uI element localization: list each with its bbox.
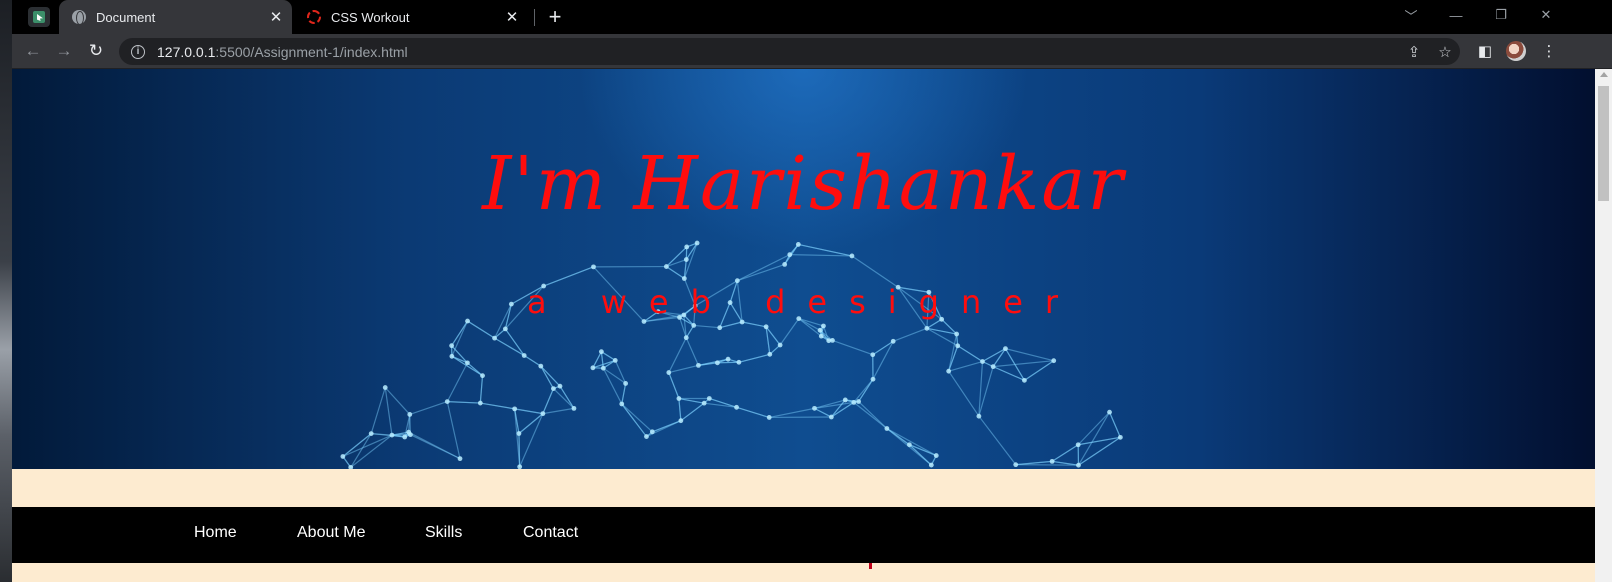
tab-css-workout[interactable]: CSS Workout ✕ — [294, 0, 528, 34]
hero-banner: I'm Harishankar a web designer — [12, 69, 1595, 469]
close-icon[interactable]: ✕ — [266, 7, 286, 27]
side-panel-icon[interactable]: ◧ — [1476, 42, 1494, 60]
tab-title: CSS Workout — [331, 9, 410, 25]
site-navbar: Home About Me Skills Contact — [12, 507, 1595, 563]
desktop-background — [0, 0, 12, 582]
address-path: :5500/Assignment-1/index.html — [215, 43, 408, 60]
scroll-up-icon[interactable] — [1600, 72, 1608, 77]
nav-contact[interactable]: Contact — [523, 524, 578, 542]
address-host: 127.0.0.1 — [157, 43, 216, 60]
avatar[interactable] — [1506, 41, 1526, 61]
nav-about-me[interactable]: About Me — [297, 524, 365, 542]
forward-arrow-icon[interactable]: → — [52, 39, 76, 63]
tab-strip: Document ✕ CSS Workout ✕ + ﹀ — ❐ ✕ — [12, 0, 1612, 34]
kebab-menu-icon[interactable]: ⋮ — [1540, 42, 1558, 60]
site-info-icon[interactable]: i — [131, 44, 145, 59]
restore-button[interactable]: ❐ — [1478, 0, 1524, 30]
new-tab-button[interactable]: + — [542, 4, 568, 29]
tab-search-button[interactable] — [28, 7, 50, 27]
address-bar[interactable]: i 127.0.0.1:5500/Assignment-1/index.html… — [119, 38, 1460, 65]
address-url[interactable]: 127.0.0.1:5500/Assignment-1/index.html — [157, 44, 408, 60]
tab-divider — [534, 9, 535, 26]
star-icon[interactable]: ☆ — [1436, 43, 1454, 61]
share-icon[interactable]: ⇪ — [1405, 43, 1423, 61]
network-globe-image — [340, 240, 1123, 469]
reload-icon[interactable]: ↻ — [84, 39, 108, 63]
scrollbar-thumb[interactable] — [1598, 86, 1609, 201]
beige-band — [12, 469, 1595, 509]
browser-window: Document ✕ CSS Workout ✕ + ﹀ — ❐ ✕ ← → ↻… — [12, 0, 1612, 582]
tab-title: Document — [96, 9, 156, 25]
tab-search-icon — [33, 11, 45, 23]
back-arrow-icon[interactable]: ← — [21, 39, 45, 63]
dashed-ring-icon — [307, 10, 321, 24]
close-icon[interactable]: ✕ — [502, 7, 522, 27]
tab-document[interactable]: Document ✕ — [59, 0, 292, 34]
web-page: I'm Harishankar a web designer Home Abou… — [12, 69, 1595, 582]
window-close-button[interactable]: ✕ — [1523, 0, 1569, 30]
nav-skills[interactable]: Skills — [425, 524, 462, 542]
minimize-button[interactable]: — — [1433, 0, 1479, 30]
globe-icon — [72, 10, 86, 25]
hero-title: I'm Harishankar — [482, 141, 1125, 227]
hero-subtitle: a web designer — [526, 283, 1081, 321]
tab-list-chevron-icon[interactable]: ﹀ — [1388, 0, 1434, 30]
page-marker — [869, 563, 872, 569]
nav-home[interactable]: Home — [194, 524, 237, 542]
page-scrollbar[interactable] — [1595, 69, 1612, 582]
browser-toolbar: ← → ↻ i 127.0.0.1:5500/Assignment-1/inde… — [12, 34, 1612, 68]
